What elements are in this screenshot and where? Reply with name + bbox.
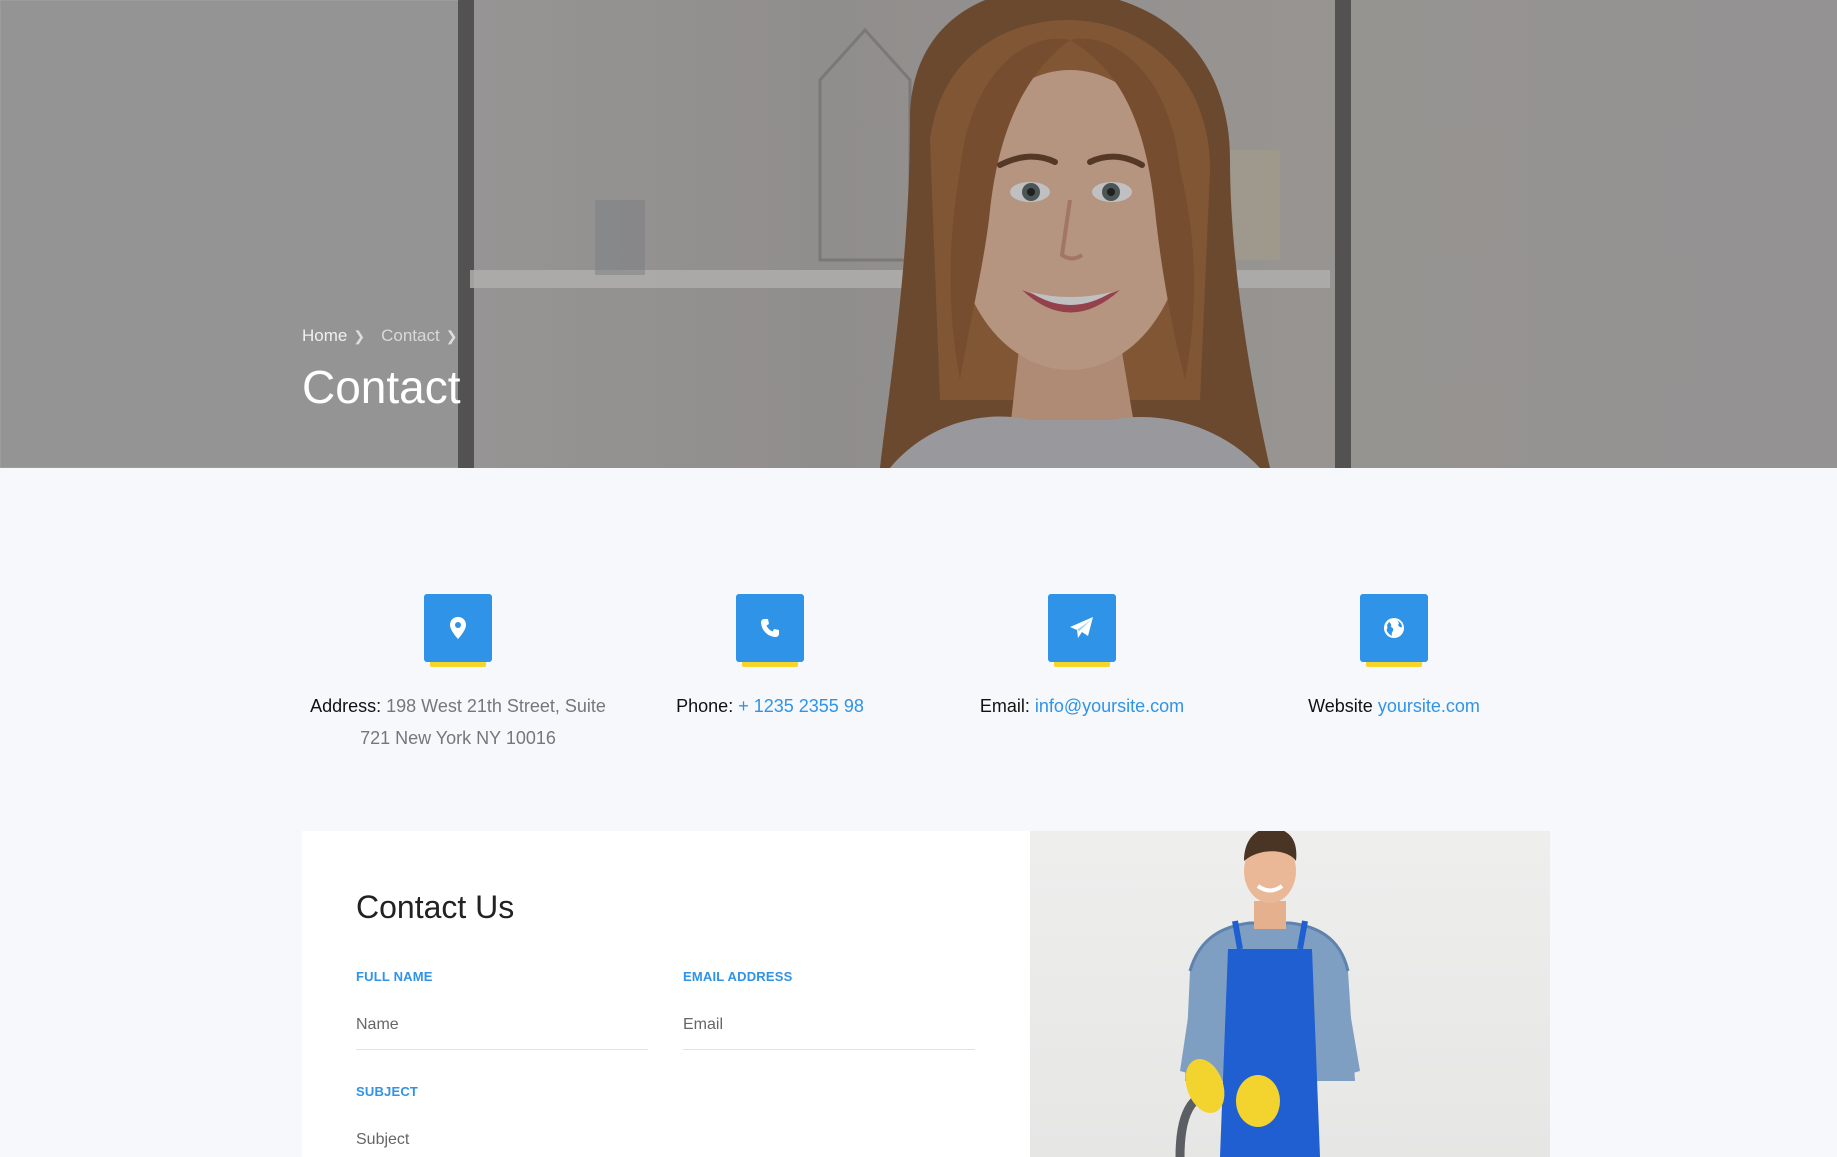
contact-info-phone: Phone: + 1235 2355 98: [614, 594, 926, 754]
contact-info-address: Address: 198 West 21th Street, Suite 721…: [302, 594, 614, 754]
subject-field-group: SUBJECT: [356, 1084, 976, 1157]
phone-label: Phone:: [676, 696, 734, 716]
subject-label: SUBJECT: [356, 1084, 419, 1099]
website-label: Website: [1308, 696, 1373, 716]
breadcrumb-home[interactable]: Home: [302, 326, 347, 346]
email-address-label: EMAIL ADDRESS: [683, 969, 793, 984]
contact-info-email: Email: info@yoursite.com: [926, 594, 1238, 754]
phone-icon: [736, 594, 804, 667]
email-label: Email:: [979, 696, 1030, 716]
chevron-right-icon: ❯: [445, 327, 458, 344]
contact-info-website: Website yoursite.com: [1238, 594, 1550, 754]
email-input[interactable]: [683, 1010, 975, 1050]
contact-form: Contact Us FULL NAME EMAIL ADDRESS SUBJE…: [302, 831, 1030, 1157]
cleaner-photo: [1030, 831, 1550, 1157]
paper-plane-icon: [1048, 594, 1116, 667]
full-name-field-group: FULL NAME: [356, 969, 648, 1050]
address-value: 198 West 21th Street, Suite 721 New York…: [360, 696, 606, 748]
breadcrumb-contact[interactable]: Contact: [381, 326, 440, 346]
full-name-label: FULL NAME: [356, 969, 433, 984]
subject-input[interactable]: [356, 1125, 976, 1157]
chevron-right-icon: ❯: [353, 327, 366, 344]
form-title: Contact Us: [356, 889, 515, 925]
hero-banner: Home ❯ Contact ❯ Contact: [0, 0, 1837, 468]
email-field-group: EMAIL ADDRESS: [683, 969, 975, 1050]
email-link[interactable]: info@yoursite.com: [1035, 696, 1184, 716]
address-label: Address:: [310, 696, 382, 716]
full-name-input[interactable]: [356, 1010, 648, 1050]
website-link[interactable]: yoursite.com: [1378, 696, 1480, 716]
globe-icon: [1360, 594, 1428, 667]
phone-link[interactable]: + 1235 2355 98: [738, 696, 864, 716]
hero-overlay: [0, 0, 1837, 468]
breadcrumb: Home ❯ Contact ❯: [302, 326, 467, 346]
map-pin-icon: [424, 594, 492, 667]
page-title: Contact: [302, 361, 461, 413]
contact-info-row: Address: 198 West 21th Street, Suite 721…: [302, 594, 1550, 754]
cleaner-illustration: [1175, 831, 1360, 1157]
